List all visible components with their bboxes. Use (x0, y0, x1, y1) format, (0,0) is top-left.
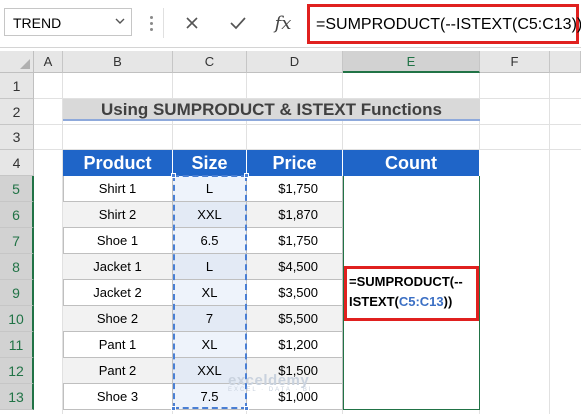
header-price[interactable]: Price (247, 150, 343, 176)
range-handle[interactable] (171, 173, 176, 178)
select-all-button[interactable] (0, 51, 34, 73)
chevron-down-icon[interactable] (115, 16, 125, 26)
cell-product[interactable]: Jacket 1 (63, 254, 173, 280)
row-header-8[interactable]: 8 (0, 254, 34, 280)
row-header-6[interactable]: 6 (0, 202, 34, 228)
edit-line-2: ISTEXT(C5:C13)) (349, 292, 476, 312)
cell-product[interactable]: Pant 2 (63, 358, 173, 384)
cell-product[interactable]: Shoe 3 (63, 384, 173, 410)
range-handle[interactable] (244, 173, 249, 178)
gridline (34, 124, 581, 125)
row-header-13[interactable]: 13 (0, 384, 34, 410)
formula-text: =SUMPRODUCT(--ISTEXT(C5:C13)) (316, 16, 581, 33)
header-size[interactable]: Size (173, 150, 247, 176)
cell-product[interactable]: Shirt 1 (63, 176, 173, 202)
range-handle[interactable] (244, 406, 249, 411)
row-header-12[interactable]: 12 (0, 358, 34, 384)
row-header-2[interactable]: 2 (0, 99, 34, 125)
row-header-10[interactable]: 10 (0, 306, 34, 332)
row-header-1[interactable]: 1 (0, 73, 34, 99)
select-all-icon (20, 59, 30, 69)
column-header-e[interactable]: E (343, 51, 480, 73)
cell-product[interactable]: Pant 1 (63, 332, 173, 358)
name-box[interactable]: TREND (4, 8, 132, 36)
column-header-d[interactable]: D (247, 51, 343, 73)
cell-product[interactable]: Shoe 2 (63, 306, 173, 332)
cell-price[interactable]: $1,750 (247, 176, 343, 202)
row-header-7[interactable]: 7 (0, 228, 34, 254)
cell-price[interactable]: $4,500 (247, 254, 343, 280)
header-product[interactable]: Product (63, 150, 173, 176)
cell-product[interactable]: Shirt 2 (63, 202, 173, 228)
cell-price[interactable]: $1,200 (247, 332, 343, 358)
range-handle[interactable] (171, 406, 176, 411)
close-icon (186, 17, 198, 29)
column-header-a[interactable]: A (34, 51, 63, 73)
edit-function: ISTEXT( (349, 294, 399, 309)
cancel-button[interactable] (177, 9, 207, 37)
sheet-title[interactable]: Using SUMPRODUCT & ISTEXT Functions (63, 99, 480, 121)
check-icon (230, 17, 246, 30)
formula-input[interactable]: =SUMPRODUCT(--ISTEXT(C5:C13)) (307, 4, 581, 44)
column-header-c[interactable]: C (173, 51, 247, 73)
cell-price[interactable]: $5,500 (247, 306, 343, 332)
row-header-4[interactable]: 4 (0, 150, 34, 176)
column-header-f[interactable]: F (480, 51, 550, 73)
cell-price[interactable]: $1,750 (247, 228, 343, 254)
row-header-5[interactable]: 5 (0, 176, 34, 202)
enter-button[interactable] (223, 9, 253, 37)
cell-product[interactable]: Jacket 2 (63, 280, 173, 306)
header-count[interactable]: Count (343, 150, 480, 176)
edit-close: )) (443, 294, 453, 309)
divider (163, 8, 164, 38)
cell-product[interactable]: Shoe 1 (63, 228, 173, 254)
watermark-logo: exceldemy EXCEL · DATA · BI (228, 372, 313, 393)
edit-range-ref: C5:C13 (398, 294, 444, 309)
formula-bar: TREND fx =SUMPRODUCT(--ISTEXT(C5:C13)) (0, 0, 581, 48)
watermark-tagline: EXCEL · DATA · BI (228, 387, 313, 393)
column-header-g[interactable] (550, 51, 581, 73)
cell-price[interactable]: $1,870 (247, 202, 343, 228)
edit-line-1: =SUMPRODUCT(-- (349, 274, 463, 289)
row-header-9[interactable]: 9 (0, 280, 34, 306)
name-box-value: TREND (13, 15, 62, 31)
row-header-11[interactable]: 11 (0, 332, 34, 358)
column-header-b[interactable]: B (63, 51, 173, 73)
row-header-3[interactable]: 3 (0, 125, 34, 150)
cell-edit-box[interactable]: =SUMPRODUCT(-- ISTEXT(C5:C13)) (344, 266, 479, 321)
cell-price[interactable]: $3,500 (247, 280, 343, 306)
drag-handle-icon[interactable] (148, 14, 154, 32)
insert-function-button[interactable]: fx (268, 9, 298, 37)
